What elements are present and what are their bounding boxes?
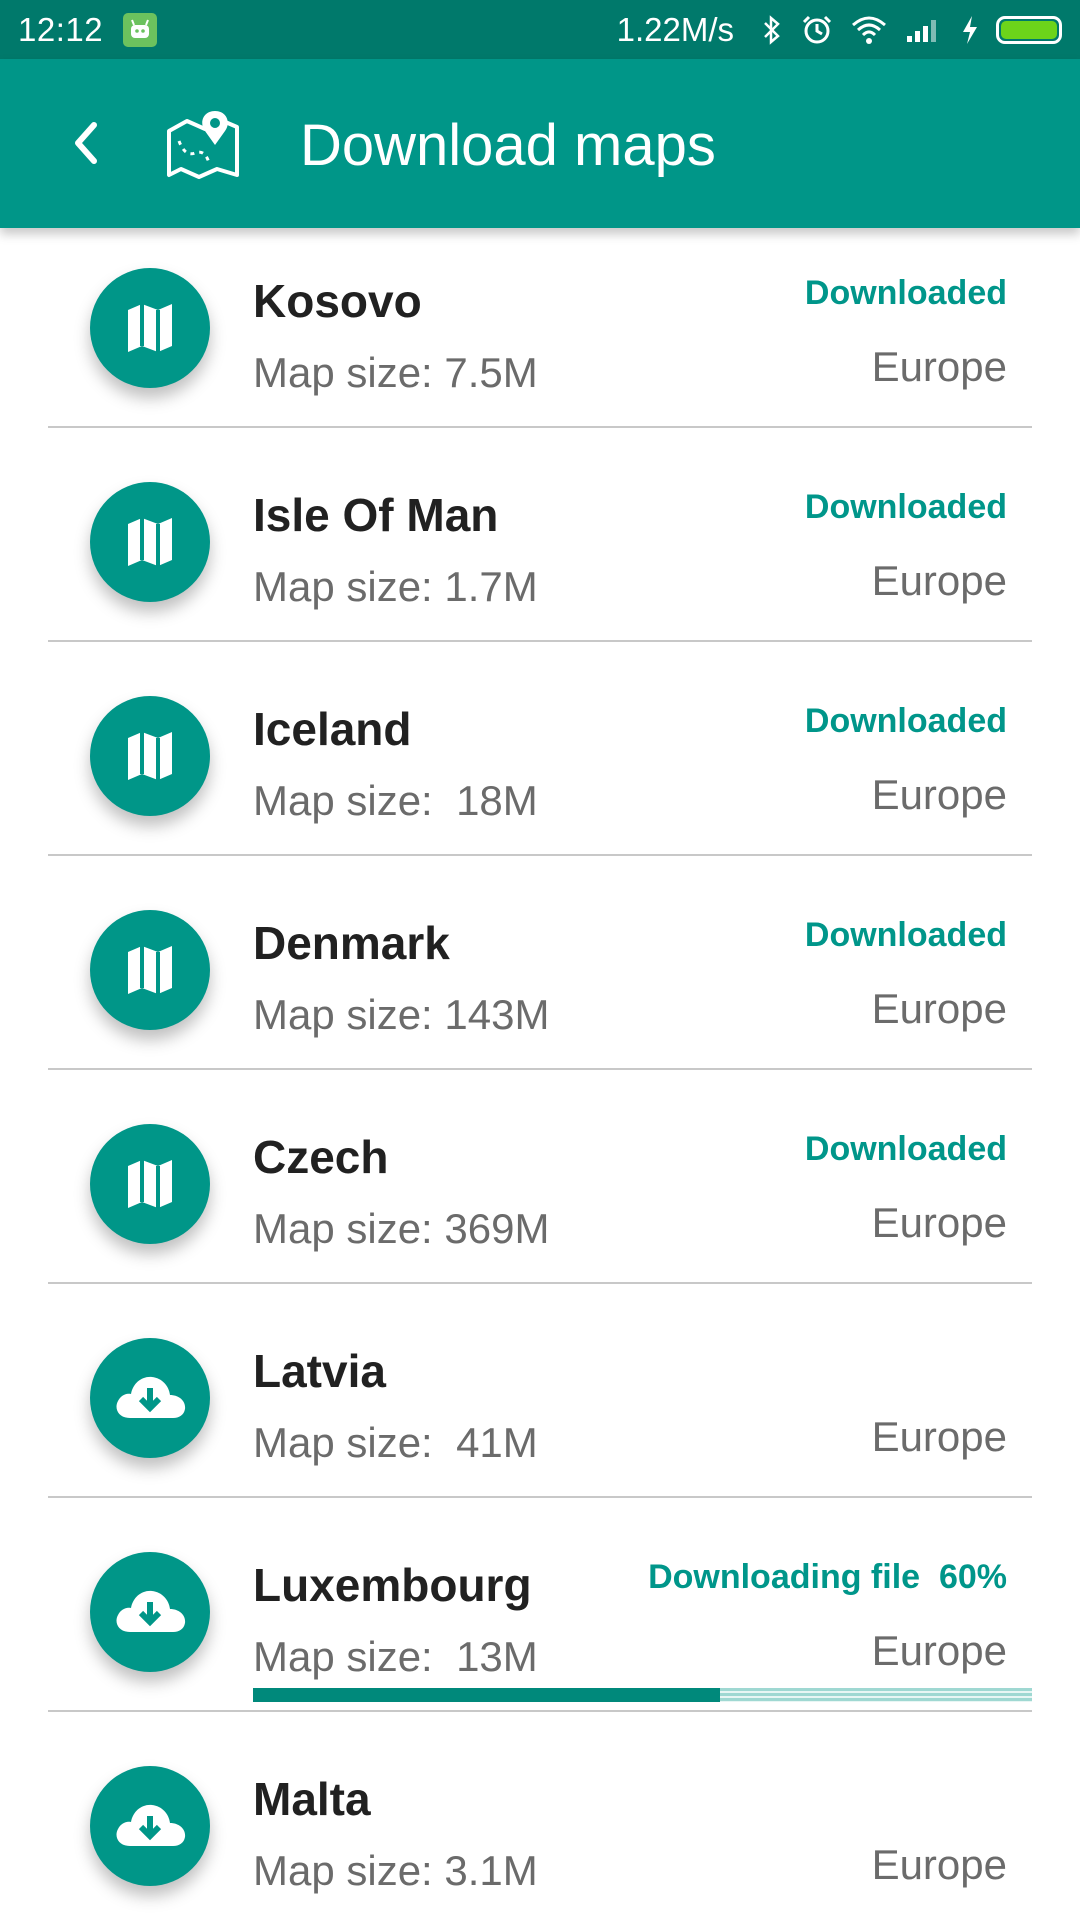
region-label: Europe (871, 771, 1007, 818)
charging-icon (961, 15, 979, 45)
region-label: Europe (871, 1627, 1007, 1674)
map-size: Map size: 41M (253, 1419, 538, 1466)
network-speed: 1.22M/s (616, 10, 734, 48)
map-icon (128, 1160, 172, 1208)
status-label: Downloaded (804, 702, 1007, 740)
download-progress-label: Downloading file 60% (648, 1558, 1007, 1596)
list-item[interactable]: Latvia Map size: 41M Europe (0, 1284, 1080, 1498)
list-item[interactable]: Luxembourg Map size: 13M Downloading fil… (0, 1498, 1080, 1712)
list-item[interactable]: Kosovo Map size: 7.5M Downloaded Europe (0, 214, 1080, 428)
signal-icon (905, 16, 943, 44)
battery-icon (996, 15, 1062, 44)
map-size: Map size: 13M (253, 1633, 538, 1680)
app-bar: Download maps (0, 59, 1080, 228)
status-label: Downloaded (804, 1130, 1007, 1168)
map-name: Isle Of Man (253, 489, 499, 541)
list-item[interactable]: Czech Map size: 369M Downloaded Europe (0, 1070, 1080, 1284)
region-label: Europe (871, 343, 1007, 390)
status-label: Downloaded (804, 488, 1007, 526)
map-icon-button[interactable] (90, 910, 210, 1030)
map-size: Map size: 3.1M (253, 1847, 538, 1894)
map-icon-button[interactable] (90, 696, 210, 816)
list-item[interactable]: Isle Of Man Map size: 1.7M Downloaded Eu… (0, 428, 1080, 642)
back-button[interactable] (60, 113, 110, 173)
map-name: Kosovo (253, 275, 422, 327)
map-size: Map size: 143M (253, 991, 550, 1038)
alarm-icon (801, 14, 833, 46)
map-icon-button[interactable] (90, 268, 210, 388)
map-name: Czech (253, 1131, 389, 1183)
map-icon (128, 732, 172, 780)
page-title: Download maps (300, 113, 716, 178)
progress-fill (253, 1688, 721, 1702)
region-label: Europe (871, 985, 1007, 1032)
map-pin-icon (165, 107, 241, 183)
map-size: Map size: 7.5M (253, 349, 538, 396)
map-icon (128, 518, 172, 566)
map-name: Latvia (253, 1345, 386, 1397)
map-name: Denmark (253, 917, 450, 969)
download-button[interactable] (90, 1766, 210, 1886)
status-label: Downloaded (804, 916, 1007, 954)
download-button[interactable] (90, 1338, 210, 1458)
cloud-download-icon (116, 1376, 186, 1418)
list-item[interactable]: Iceland Map size: 18M Downloaded Europe (0, 642, 1080, 856)
list-item[interactable]: Malta Map size: 3.1M Europe (0, 1712, 1080, 1920)
map-name: Luxembourg (253, 1559, 532, 1611)
wifi-icon (851, 15, 887, 45)
bluetooth-icon (761, 14, 783, 46)
map-name: Iceland (253, 703, 412, 755)
download-button[interactable] (90, 1552, 210, 1672)
map-size: Map size: 369M (253, 1205, 550, 1252)
status-time: 12:12 (18, 10, 104, 48)
cloud-download-icon (116, 1590, 186, 1632)
chevron-left-icon (75, 122, 97, 164)
region-label: Europe (871, 557, 1007, 604)
list-item[interactable]: Denmark Map size: 143M Downloaded Europe (0, 856, 1080, 1070)
map-size: Map size: 1.7M (253, 563, 538, 610)
map-size: Map size: 18M (253, 777, 538, 824)
map-name: Malta (253, 1773, 371, 1825)
cloud-download-icon (116, 1804, 186, 1846)
app-notification-icon (123, 12, 158, 47)
status-bar: 12:12 1.22M/s (0, 0, 1080, 59)
status-label: Downloaded (804, 274, 1007, 312)
region-label: Europe (871, 1199, 1007, 1246)
map-icon-button[interactable] (90, 482, 210, 602)
download-progress-bar (253, 1688, 1032, 1702)
map-icon (128, 946, 172, 994)
map-icon (128, 304, 172, 352)
region-label: Europe (871, 1413, 1007, 1460)
map-icon-button[interactable] (90, 1124, 210, 1244)
region-label: Europe (871, 1841, 1007, 1888)
